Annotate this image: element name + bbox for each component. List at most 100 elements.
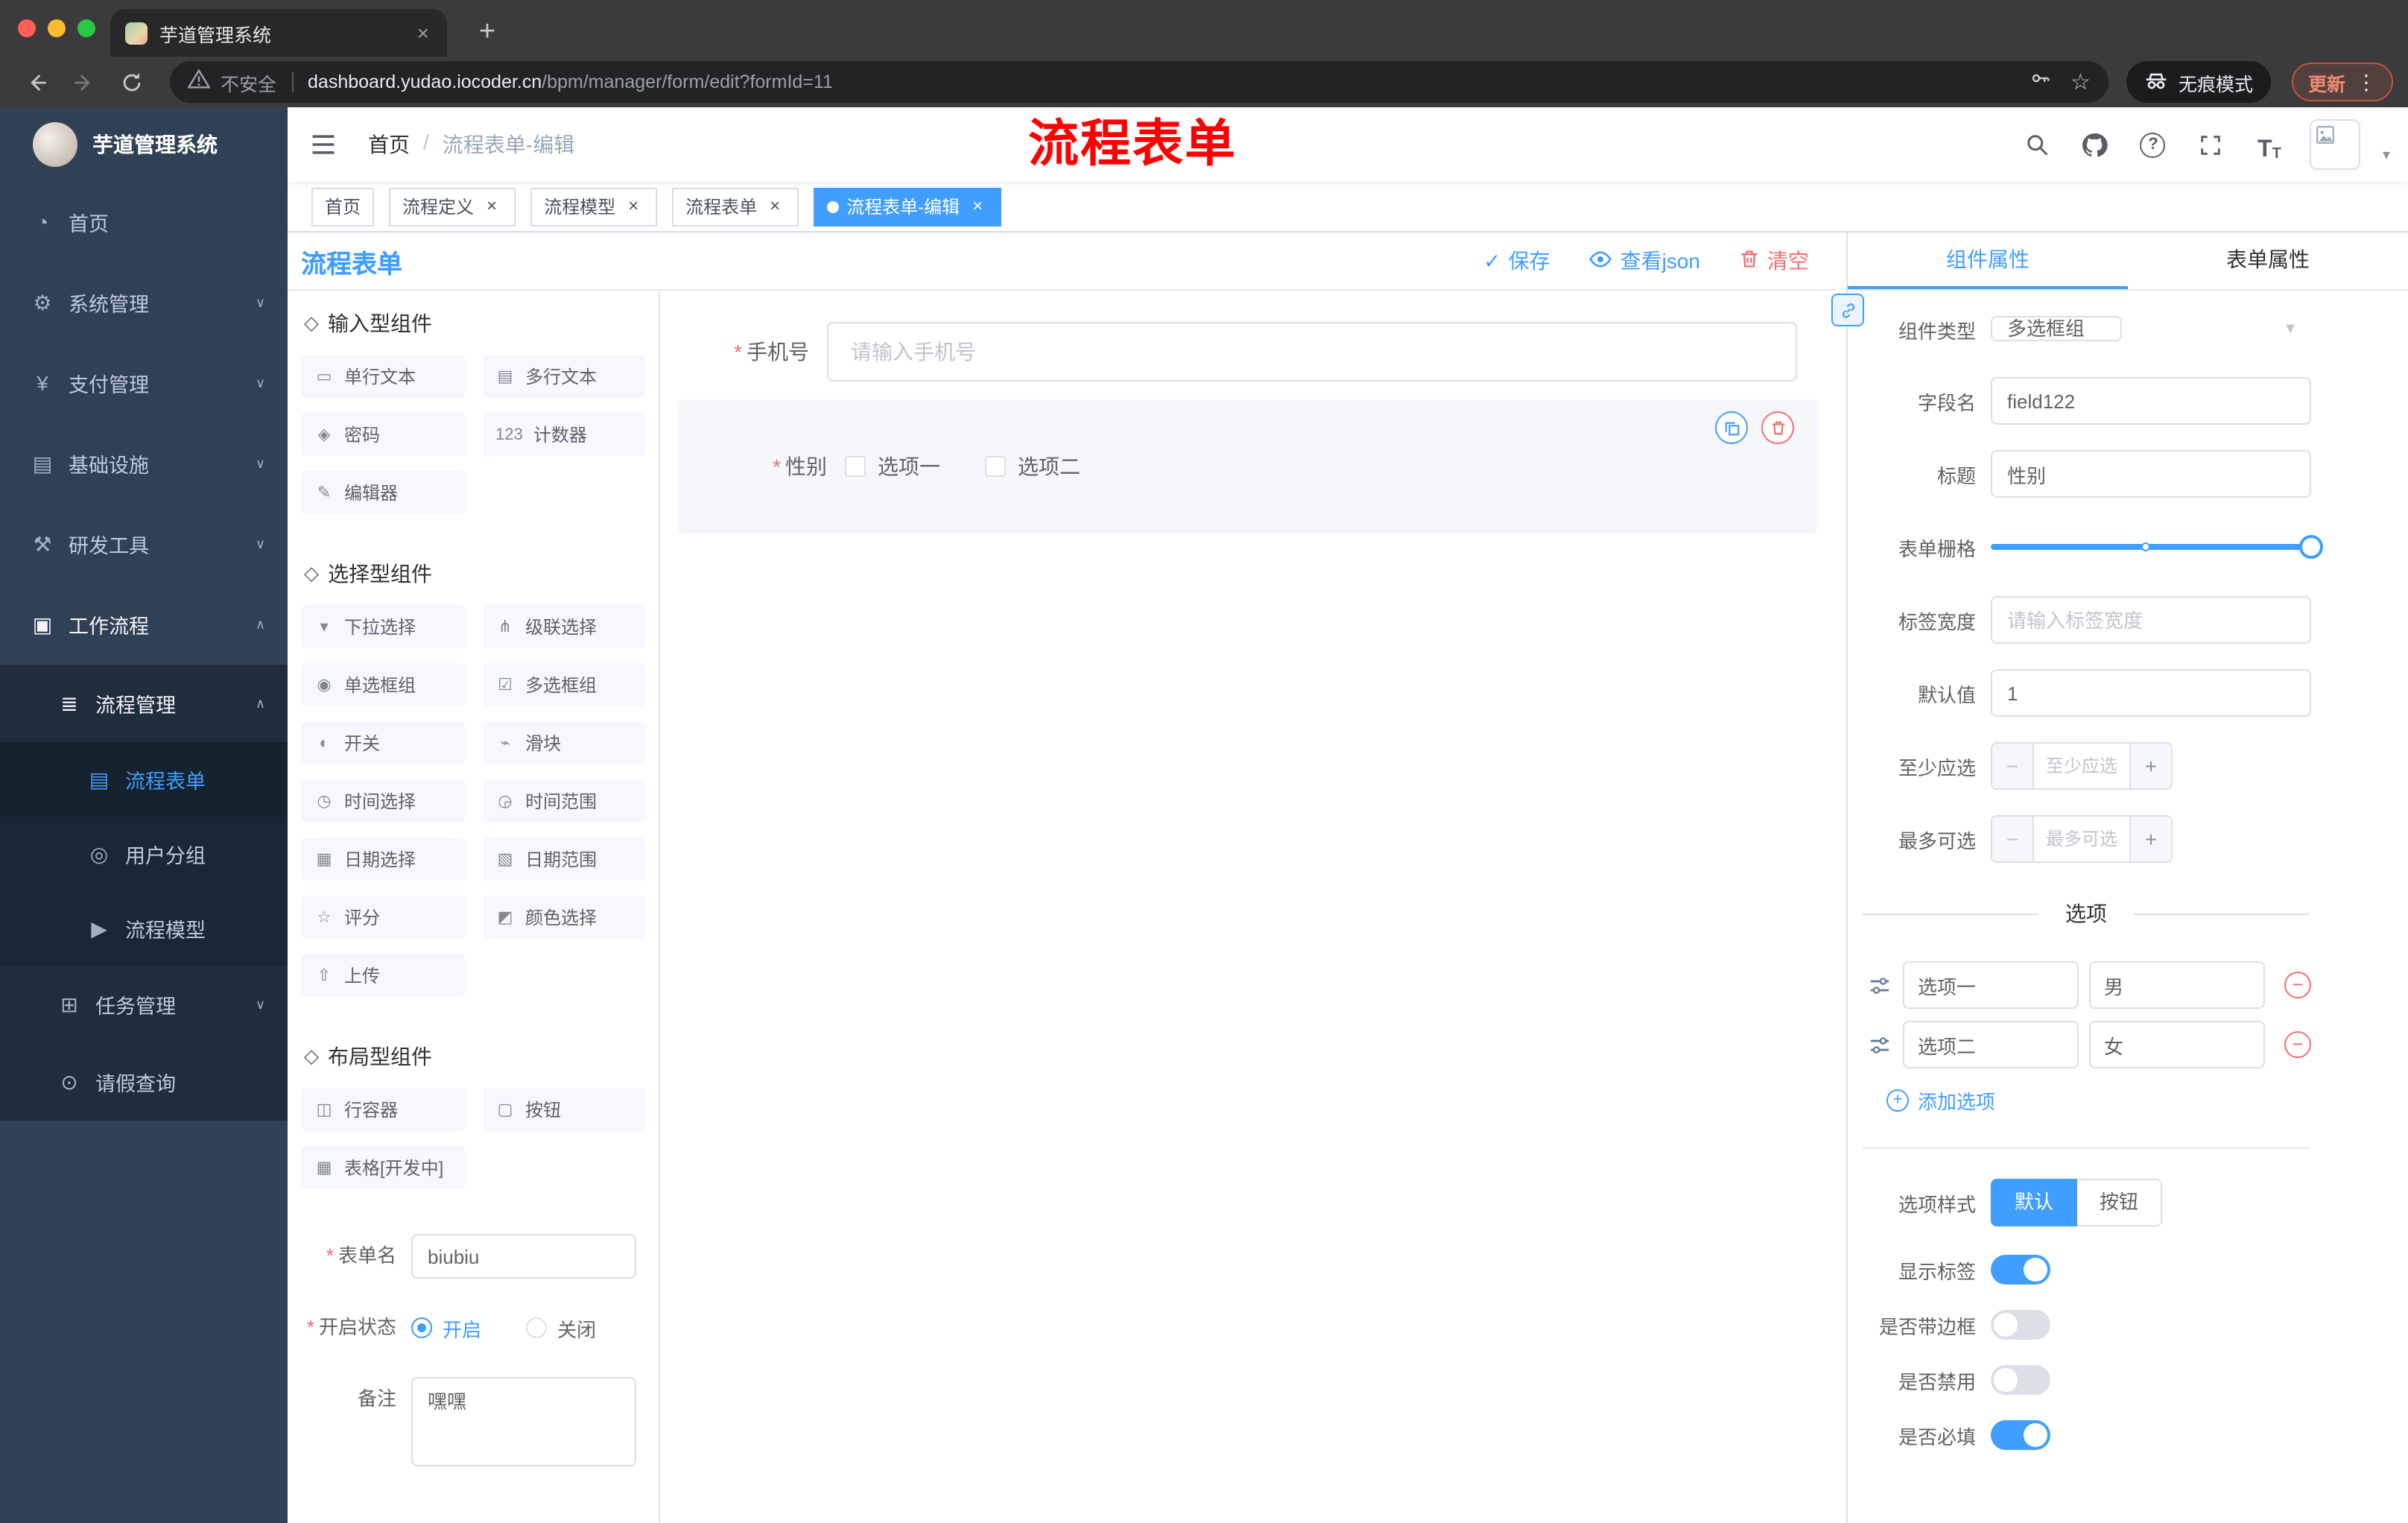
- widget-radio-group[interactable]: ◉ 单选框组: [301, 663, 464, 706]
- security-label[interactable]: 不安全: [221, 68, 276, 96]
- checkbox-icon[interactable]: [845, 456, 866, 477]
- widget-rate[interactable]: ☆ 评分: [301, 896, 464, 939]
- breadcrumb-home[interactable]: 首页: [368, 130, 410, 159]
- title-input[interactable]: [1991, 450, 2311, 498]
- view-json-button[interactable]: 查看json: [1589, 246, 1700, 276]
- avatar-caret-icon[interactable]: ▾: [2383, 148, 2390, 164]
- reload-icon[interactable]: [110, 61, 152, 103]
- hamburger-icon[interactable]: [288, 131, 359, 158]
- sidebar-item-payment-management[interactable]: ¥ 支付管理 ∨: [0, 343, 288, 423]
- status-radio-off[interactable]: 关闭: [526, 1314, 596, 1342]
- save-button[interactable]: ✓ 保存: [1483, 246, 1550, 276]
- gender-field-row[interactable]: 性别 选项一 选项二: [696, 437, 1779, 496]
- form-name-input[interactable]: [411, 1234, 636, 1279]
- widget-color-picker[interactable]: ◩ 颜色选择: [482, 896, 645, 939]
- selected-component[interactable]: 性别 选项一 选项二: [678, 399, 1818, 533]
- tag-close-icon[interactable]: ×: [623, 195, 644, 217]
- sidebar-item-dev-tools[interactable]: ⚒ 研发工具 ∨: [0, 504, 288, 584]
- remove-option-icon[interactable]: −: [2284, 1031, 2311, 1058]
- default-value-input[interactable]: [1991, 669, 2311, 717]
- component-type-select[interactable]: 多选框组 ▼: [1991, 307, 2311, 352]
- sidebar-item-system-management[interactable]: ⚙ 系统管理 ∨: [0, 262, 288, 343]
- min-checked-input[interactable]: [2034, 744, 2129, 788]
- sidebar-item-process-model[interactable]: ▶ 流程模型: [0, 891, 288, 966]
- widget-time-picker[interactable]: ◷ 时间选择: [301, 779, 464, 823]
- address-bar[interactable]: 不安全 dashboard.yudao.iocoder.cn/bpm/manag…: [170, 61, 2108, 103]
- checkbox-icon[interactable]: [985, 456, 1006, 477]
- back-icon[interactable]: [15, 61, 57, 103]
- option-value-input[interactable]: [2089, 1021, 2265, 1068]
- minus-button[interactable]: −: [1992, 817, 2034, 861]
- sidebar-item-process-form[interactable]: ▤ 流程表单: [0, 742, 288, 817]
- status-radio-on[interactable]: 开启: [411, 1314, 481, 1342]
- browser-tab[interactable]: 芋道管理系统 ×: [110, 9, 447, 57]
- sidebar-item-home[interactable]: ◔ 首页: [0, 182, 288, 262]
- delete-component-button[interactable]: [1761, 411, 1794, 444]
- widget-checkbox-group[interactable]: ☑ 多选框组: [482, 663, 645, 706]
- minus-button[interactable]: −: [1992, 744, 2034, 788]
- label-width-input[interactable]: [1991, 596, 2311, 644]
- phone-input[interactable]: [827, 322, 1797, 381]
- widget-cascader[interactable]: ⋔ 级联选择: [482, 605, 645, 648]
- widget-multi-line-text[interactable]: ▤ 多行文本: [482, 355, 645, 398]
- sidebar-item-task-management[interactable]: ⊞ 任务管理 ∨: [0, 966, 288, 1043]
- phone-field-row[interactable]: 手机号: [678, 322, 1797, 381]
- tag-process-model[interactable]: 流程模型 ×: [530, 187, 658, 226]
- toggle-border[interactable]: [1991, 1310, 2050, 1340]
- widget-upload[interactable]: ⇧ 上传: [301, 954, 464, 997]
- widget-editor[interactable]: ✎ 编辑器: [301, 471, 464, 514]
- form-remark-textarea[interactable]: 嘿嘿: [411, 1377, 636, 1466]
- tab-close-icon[interactable]: ×: [414, 21, 432, 45]
- sidebar-brand[interactable]: 芋道管理系统: [0, 107, 288, 182]
- tag-close-icon[interactable]: ×: [764, 195, 785, 217]
- widget-date-picker[interactable]: ▦ 日期选择: [301, 838, 464, 881]
- grid-slider[interactable]: [1991, 523, 2323, 571]
- new-tab-button[interactable]: +: [468, 13, 507, 52]
- font-size-icon[interactable]: TT: [2252, 127, 2287, 162]
- widget-switch[interactable]: ◐ 开关: [301, 721, 464, 764]
- drag-handle-icon[interactable]: [1866, 1033, 1892, 1056]
- forward-icon[interactable]: [63, 61, 104, 103]
- style-default-button[interactable]: 默认: [1991, 1179, 2078, 1226]
- sidebar-item-leave-query[interactable]: ⊙ 请假查询: [0, 1043, 288, 1121]
- option-value-input[interactable]: [2089, 961, 2265, 1009]
- clear-button[interactable]: 清空: [1739, 246, 1809, 276]
- sidebar-item-infrastructure[interactable]: ▤ 基础设施 ∨: [0, 423, 288, 504]
- tab-component-props[interactable]: 组件属性: [1848, 232, 2128, 289]
- widget-password[interactable]: ◈ 密码: [301, 413, 464, 456]
- window-minimize-button[interactable]: [48, 19, 66, 37]
- gender-option-2[interactable]: 选项二: [985, 452, 1080, 481]
- toggle-show-label[interactable]: [1991, 1255, 2050, 1285]
- tag-home[interactable]: 首页: [311, 187, 375, 226]
- tag-process-form[interactable]: 流程表单 ×: [672, 187, 799, 226]
- toggle-disabled[interactable]: [1991, 1365, 2050, 1395]
- widget-table[interactable]: ▦ 表格[开发中]: [301, 1146, 464, 1189]
- help-icon[interactable]: ?: [2135, 127, 2171, 162]
- widget-counter[interactable]: 123 计数器: [482, 413, 645, 456]
- search-icon[interactable]: [2019, 127, 2055, 162]
- field-name-input[interactable]: [1991, 377, 2311, 425]
- tag-close-icon[interactable]: ×: [481, 195, 502, 217]
- github-icon[interactable]: [2077, 127, 2113, 162]
- style-button-button[interactable]: 按钮: [2077, 1179, 2163, 1226]
- fullscreen-icon[interactable]: [2193, 127, 2229, 162]
- bookmark-star-icon[interactable]: ☆: [2070, 69, 2091, 95]
- widget-row-container[interactable]: ◫ 行容器: [301, 1088, 464, 1131]
- toggle-required[interactable]: [1991, 1420, 2050, 1450]
- tag-process-definition[interactable]: 流程定义 ×: [389, 187, 516, 226]
- widget-select[interactable]: ▾ 下拉选择: [301, 605, 464, 648]
- update-button[interactable]: 更新 ⋮: [2291, 63, 2393, 101]
- sidebar-item-user-group[interactable]: ◎ 用户分组: [0, 817, 288, 891]
- tag-close-icon[interactable]: ×: [967, 195, 988, 217]
- max-checked-input[interactable]: [2034, 817, 2129, 861]
- avatar[interactable]: [2309, 119, 2360, 170]
- sidebar-item-process-management[interactable]: ≣ 流程管理 ∧: [0, 665, 288, 742]
- copy-component-button[interactable]: [1715, 411, 1748, 444]
- form-canvas[interactable]: 手机号 性别: [660, 291, 1836, 1523]
- widget-date-range[interactable]: ▧ 日期范围: [482, 838, 645, 881]
- widget-slider[interactable]: ⌁ 滑块: [482, 721, 645, 764]
- tab-form-props[interactable]: 表单属性: [2128, 232, 2408, 289]
- window-maximize-button[interactable]: [77, 19, 95, 37]
- sidebar-item-workflow[interactable]: ▣ 工作流程 ∧: [0, 584, 288, 665]
- plus-button[interactable]: +: [2129, 744, 2171, 788]
